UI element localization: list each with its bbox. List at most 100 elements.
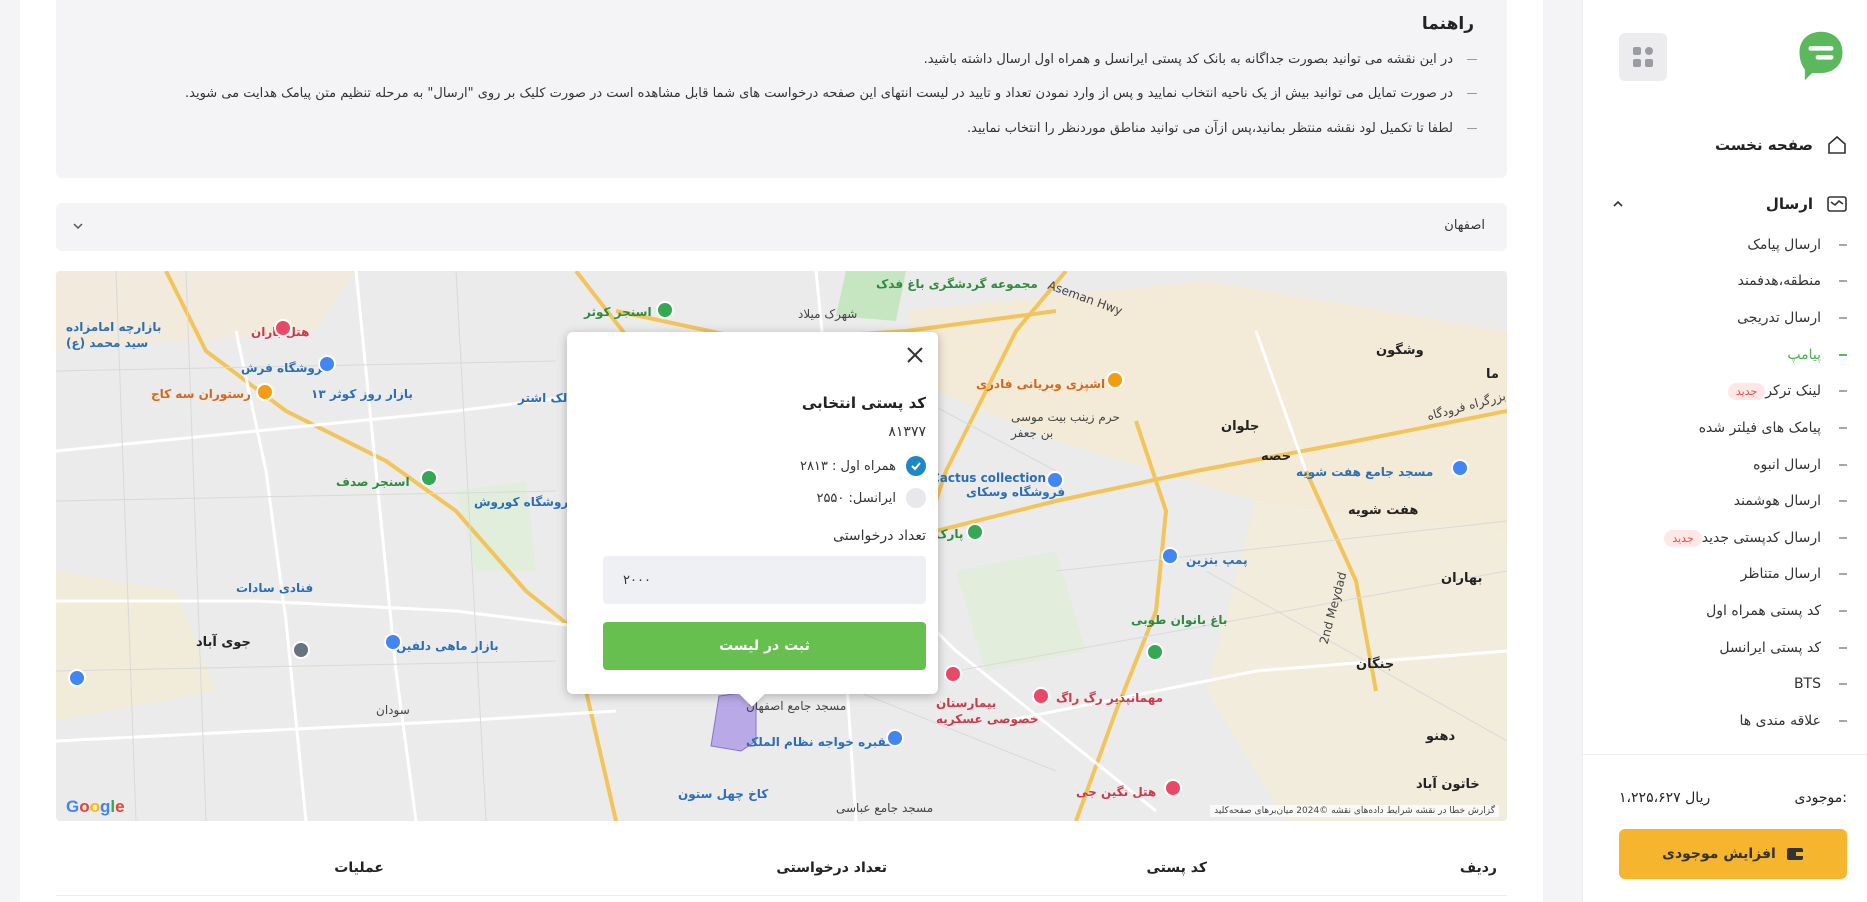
map-pin-icon[interactable]: [1046, 471, 1064, 489]
map-pin-icon[interactable]: [1146, 643, 1164, 661]
new-badge: جدید: [1664, 529, 1702, 547]
map-label: مسجد جامع عباسی: [836, 801, 934, 815]
map-pin-icon[interactable]: [1161, 547, 1179, 565]
sidebar-item-label: ارسال تدریجی: [1737, 310, 1821, 326]
logo[interactable]: [1795, 30, 1847, 82]
map-label: جلوان: [1221, 419, 1260, 434]
map-label: کاخ چهل ستون: [678, 787, 769, 801]
sidebar-item-new-postal-send[interactable]: ارسال کدپستی جدید جدید: [1582, 523, 1867, 553]
balance-value: ۱،۲۲۵،۶۲۷ ریال: [1619, 790, 1711, 806]
map-label: سودان: [376, 703, 410, 717]
table-header-cell: تعداد درخواستی: [776, 860, 887, 876]
map-label: جنگان: [1356, 657, 1395, 672]
guide-line: لطفا تا تکمیل لود نقشه منتظر بمانید،پس ا…: [967, 121, 1477, 136]
sidebar-item-smart-send[interactable]: ارسال هوشمند: [1582, 486, 1867, 516]
nav-home-label: صفحه نخست: [1714, 136, 1813, 154]
new-badge: جدید: [1727, 382, 1766, 400]
map-pin-icon[interactable]: [420, 469, 438, 487]
map-footer[interactable]: گزارش خطا در نقشه شرایط داده‌های نقشه ©2…: [1210, 805, 1499, 817]
dash-icon: [1839, 280, 1847, 282]
map-label: فروشگاه کوروش: [474, 495, 577, 509]
map-label: بازارچه امامزاده سید محمد (ع): [66, 320, 162, 350]
map-label: رستوران سه کاج: [151, 387, 251, 401]
nav-send-label: ارسال: [1765, 195, 1813, 213]
map-label: مسجد جامع هفت شویه: [1296, 465, 1434, 479]
map-pin-icon[interactable]: [384, 633, 402, 651]
map-pin-icon[interactable]: [292, 641, 310, 659]
popup-title: کد پستی انتخابی: [801, 394, 926, 412]
count-label: تعداد درخواستی: [833, 528, 926, 544]
map-pin-icon[interactable]: [944, 665, 962, 683]
map-pin-icon[interactable]: [274, 319, 292, 337]
map-pin-icon[interactable]: [1451, 459, 1469, 477]
sidebar-item-filtered-sms[interactable]: پیامک های فیلتر شده: [1582, 413, 1867, 443]
wallet-icon: [1786, 848, 1803, 860]
chevron-down-icon: [73, 223, 83, 230]
map-pin-icon[interactable]: [256, 383, 274, 401]
dash-icon: [1839, 427, 1847, 429]
sidebar-item-targeted-area[interactable]: منطقه،هدفمند: [1582, 266, 1867, 296]
map-label: ما: [1486, 367, 1499, 382]
dash-icon: [1839, 354, 1847, 356]
nav-home[interactable]: صفحه نخست: [1582, 127, 1867, 163]
sidebar-item-label: کد پستی ایرانسل: [1719, 640, 1821, 656]
chevron-up-icon[interactable]: [1612, 186, 1624, 222]
map-label: فروشگاه فرش: [241, 361, 331, 375]
submit-to-list-button[interactable]: ثبت در لیست: [603, 622, 926, 670]
dash-icon: [1839, 610, 1847, 612]
count-input[interactable]: [603, 556, 926, 604]
sidebar-item-label: لینک ترکر: [1765, 383, 1821, 399]
dash-icon: [1839, 244, 1847, 246]
sidebar-item-payamp[interactable]: پیامپ: [1582, 340, 1867, 370]
map-label: مجموعه گردشگری باغ فدک: [876, 277, 1038, 291]
sidebar-item-link-tracker[interactable]: لینک ترکر جدید: [1582, 376, 1867, 406]
map-label: شهرک میلاد: [798, 307, 858, 321]
grid-icon: [1633, 59, 1641, 67]
home-icon: [1828, 135, 1846, 154]
sidebar-item-matched-send[interactable]: ارسال متناظر: [1582, 559, 1867, 589]
sidebar-item-send-sms[interactable]: ارسال پیامک: [1582, 230, 1867, 260]
map-label: خاتون آباد: [1416, 777, 1480, 792]
popup-postal-code: ۸۱۳۷۷: [888, 424, 926, 440]
map-pin-icon[interactable]: [1032, 687, 1050, 705]
map-pin-icon[interactable]: [1106, 371, 1124, 389]
sidebar-item-label: ارسال انبوه: [1753, 457, 1821, 473]
table-header-cell: عملیات: [334, 860, 384, 876]
check-icon[interactable]: [906, 456, 926, 476]
map-label: هفت شویه: [1348, 503, 1419, 518]
apps-grid-button[interactable]: [1619, 33, 1667, 81]
option-irancell[interactable]: ایرانسل: ۲۵۵۰: [816, 488, 926, 508]
sidebar-item-mci-postal[interactable]: کد پستی همراه اول: [1582, 596, 1867, 626]
map-pin-icon[interactable]: [886, 729, 904, 747]
increase-balance-button[interactable]: افزایش موجودی: [1619, 829, 1847, 879]
map-pin-icon[interactable]: [318, 355, 336, 373]
divider: [1582, 754, 1867, 755]
grid-icon: [1645, 59, 1653, 67]
sidebar-item-label: کد پستی همراه اول: [1706, 603, 1821, 619]
sidebar-item-favorites[interactable]: علاقه مندی ها: [1582, 706, 1867, 736]
dash-icon: [1467, 92, 1477, 95]
map-pin-icon[interactable]: [656, 301, 674, 319]
dash-icon: [1839, 573, 1847, 575]
map-pin-icon[interactable]: [68, 669, 86, 687]
dash-icon: [1467, 58, 1477, 61]
close-icon[interactable]: [906, 346, 924, 364]
dash-icon: [1839, 537, 1847, 539]
sidebar-item-bulk-send[interactable]: ارسال انبوه: [1582, 450, 1867, 480]
map-label: بازار ماهی دلفین: [396, 639, 499, 653]
map-pin-icon[interactable]: [966, 523, 984, 541]
map-label: اسنجر کوثر: [584, 305, 652, 319]
city-select[interactable]: اصفهان: [56, 203, 1507, 251]
table-header-cell: کد پستی: [1146, 860, 1207, 876]
map-label: Cactus collection: [931, 471, 1047, 485]
nav-send[interactable]: ارسال: [1582, 186, 1867, 222]
map-label: مقبره خواجه نظام الملک: [746, 735, 894, 749]
dash-icon: [1839, 720, 1847, 722]
option-mci[interactable]: همراه اول : ۲۸۱۳: [800, 456, 926, 476]
sidebar-item-irancell-postal[interactable]: کد پستی ایرانسل: [1582, 633, 1867, 663]
radio-icon[interactable]: [906, 488, 926, 508]
sidebar-item-gradual-send[interactable]: ارسال تدریجی: [1582, 303, 1867, 333]
map-pin-icon[interactable]: [1164, 779, 1182, 797]
sidebar-item-bts[interactable]: BTS: [1582, 669, 1867, 699]
dash-icon: [1839, 390, 1847, 392]
